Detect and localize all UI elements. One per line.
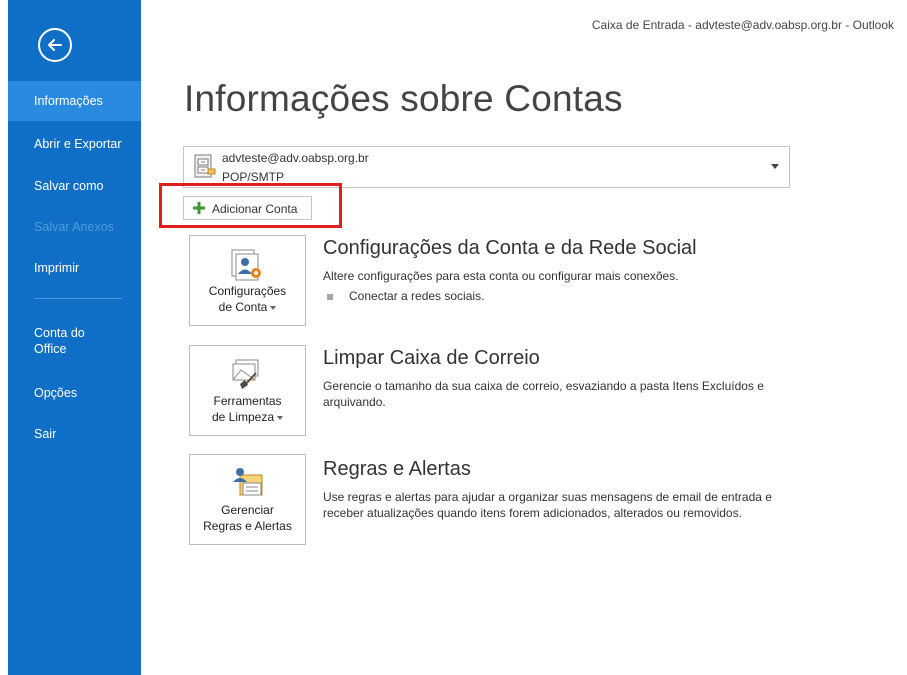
rules-description: Use regras e alertas para ajudar a organ… [323, 490, 772, 520]
back-arrow-icon [48, 39, 62, 51]
nav-sair[interactable]: Sair [8, 417, 141, 451]
bullet-icon [327, 294, 333, 300]
cleanup-tools-label-2-wrap: de Limpeza [190, 410, 305, 425]
nav-abrir-exportar[interactable]: Abrir e Exportar [8, 126, 141, 162]
cleanup-tools-label-1: Ferramentas [213, 394, 282, 408]
window-title: Caixa de Entrada - advteste@adv.oabsp.or… [591, 18, 894, 32]
account-mailbox-icon [194, 154, 216, 178]
cleanup-tools-label-2: de Limpeza [211, 410, 275, 424]
manage-rules-button[interactable]: Gerenciar Regras e Alertas [189, 454, 306, 545]
account-selector[interactable]: advteste@adv.oabsp.org.br POP/SMTP [183, 146, 790, 188]
highlight-box [159, 183, 342, 228]
backstage-sidebar: Informações Abrir e Exportar Salvar como… [8, 0, 141, 675]
rules-title: Regras e Alertas [323, 458, 471, 480]
rules-alerts-icon [233, 468, 263, 496]
back-button[interactable] [38, 28, 72, 62]
nav-opcoes[interactable]: Opções [8, 376, 141, 410]
caret-down-icon [277, 415, 284, 420]
nav-salvar-anexos: Salvar Anexos [34, 220, 114, 234]
nav-informacoes[interactable]: Informações [8, 81, 141, 121]
connect-social-networks[interactable]: Conectar a redes sociais. [349, 289, 484, 303]
nav-salvar-como[interactable]: Salvar como [8, 168, 141, 204]
account-type: POP/SMTP [222, 170, 285, 184]
account-settings-description: Altere configurações para esta conta ou … [323, 269, 679, 283]
nav-imprimir[interactable]: Imprimir [8, 250, 141, 286]
account-settings-label-2-wrap: de Conta [190, 300, 305, 315]
cleanup-description: Gerencie o tamanho da sua caixa de corre… [323, 379, 764, 409]
cleanup-tools-icon [232, 359, 259, 389]
caret-down-icon [270, 305, 277, 310]
account-email: advteste@adv.oabsp.org.br [222, 151, 369, 165]
nav-conta-do-office[interactable]: Conta do Office [8, 325, 141, 361]
cleanup-title: Limpar Caixa de Correio [323, 347, 540, 369]
manage-rules-label-2: Regras e Alertas [203, 519, 292, 533]
manage-rules-label-1: Gerenciar [221, 503, 274, 517]
chevron-down-icon [771, 164, 779, 169]
account-settings-icon [231, 249, 261, 281]
account-settings-label-1: Configurações [208, 284, 287, 298]
account-settings-title: Configurações da Conta e da Rede Social [323, 237, 697, 259]
account-settings-button[interactable]: Configurações de Conta [189, 235, 306, 326]
cleanup-tools-button[interactable]: Ferramentas de Limpeza [189, 345, 306, 436]
account-settings-label-2: de Conta [218, 300, 268, 314]
nav-divider [34, 298, 122, 299]
page-title: Informações sobre Contas [184, 78, 623, 119]
